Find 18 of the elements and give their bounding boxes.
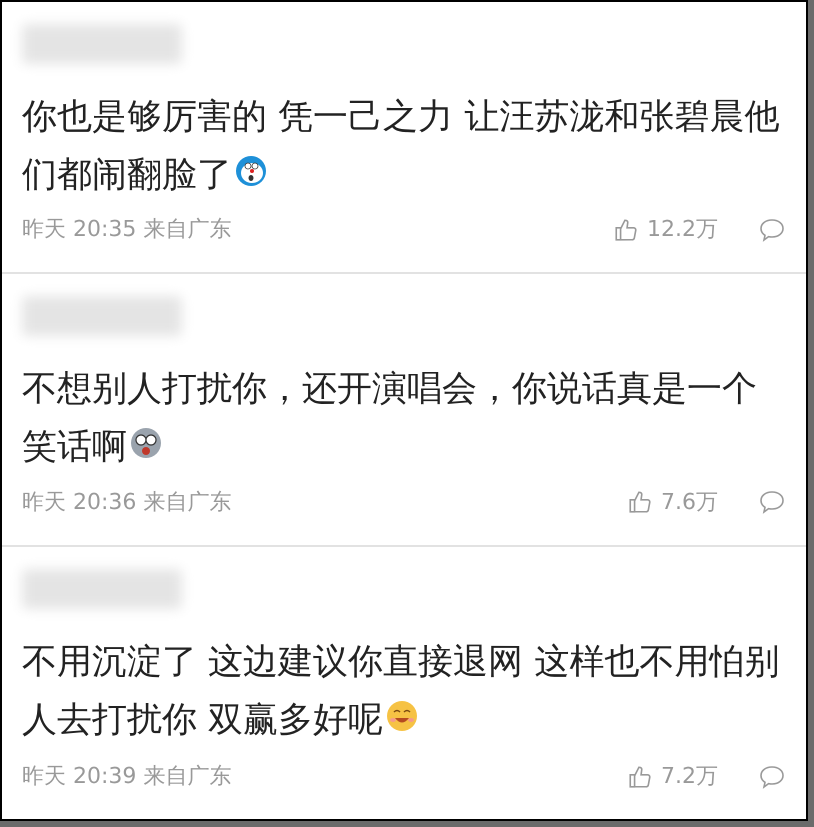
thumbs-up-icon[interactable] [627, 489, 653, 516]
like-count: 7.2万 [661, 763, 718, 791]
comment-icon[interactable] [758, 489, 786, 516]
like-count: 7.6万 [661, 488, 718, 517]
comment-meta: 昨天 20:36 来自广东 [22, 488, 232, 517]
smiling-face-icon [385, 698, 420, 733]
comment-text: 不想别人打扰你，还开演唱会，你说话真是一个笑话啊 [22, 368, 758, 470]
comment-icon[interactable] [758, 764, 786, 790]
cartoon-face-icon [234, 154, 268, 188]
comment-text: 你也是够厉害的 凭一己之力 让汪苏泷和张碧晨他们都闹翻脸了 [22, 96, 780, 197]
like-count: 12.2万 [647, 216, 718, 244]
dizzy-face-icon [129, 426, 163, 460]
thumbs-up-icon[interactable] [627, 764, 653, 790]
comment-meta: 昨天 20:35 来自广东 [22, 216, 232, 244]
comment-text: 不用沉淀了 这边建议你直接退网 这样也不用怕别人去打扰你 双赢多好呢 [22, 640, 780, 742]
thumbs-up-icon[interactable] [613, 216, 640, 243]
comment-meta: 昨天 20:39 来自广东 [22, 763, 232, 791]
comment-icon[interactable] [758, 216, 786, 243]
